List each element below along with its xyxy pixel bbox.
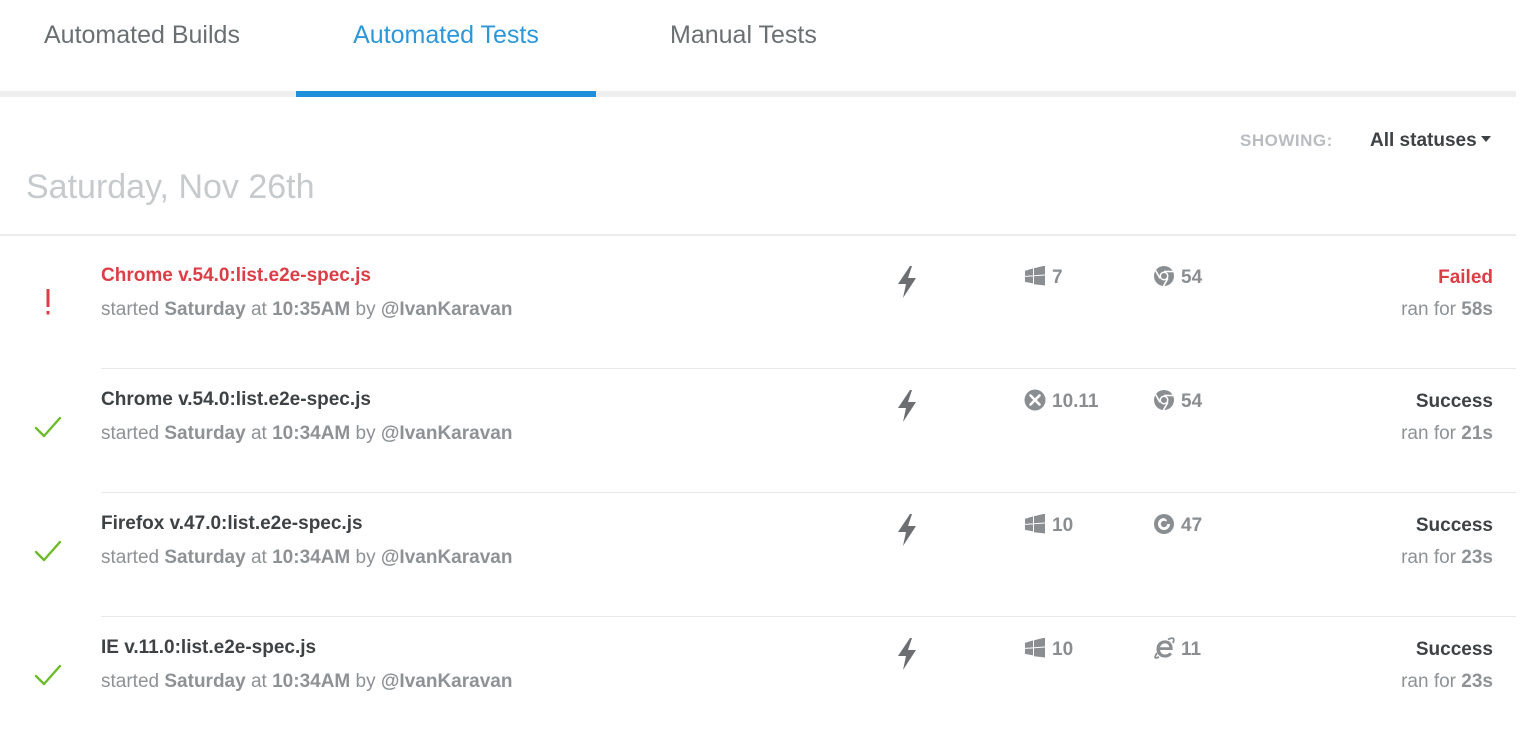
date-heading: Saturday, Nov 26th <box>26 168 315 206</box>
bolt-icon <box>898 638 916 670</box>
run-duration: ran for 23s <box>1401 671 1493 692</box>
run-duration: ran for 21s <box>1401 423 1493 444</box>
os-info: 7 <box>1024 265 1063 291</box>
browser-info: 54 <box>1153 390 1203 415</box>
test-run-title-link[interactable]: Firefox v.47.0:list.e2e-spec.js <box>101 513 363 535</box>
os-info: 10.11 <box>1024 389 1099 415</box>
test-run-title-link[interactable]: IE v.11.0:list.e2e-spec.js <box>101 637 316 659</box>
test-run-row[interactable]: Firefox v.47.0:list.e2e-spec.js started … <box>0 493 1516 617</box>
showing-label: SHOWING: <box>1240 131 1333 150</box>
user-link[interactable]: @IvanKaravan <box>381 671 513 692</box>
user-link[interactable]: @IvanKaravan <box>381 547 513 568</box>
browser-info: 11 <box>1153 637 1202 663</box>
bolt-icon <box>898 266 916 298</box>
firefox-icon <box>1154 514 1174 534</box>
browser-version: 11 <box>1181 639 1202 661</box>
status-label: Success <box>1415 515 1493 536</box>
section-divider <box>0 234 1516 236</box>
os-version: 10 <box>1052 515 1074 536</box>
status-label: Failed <box>1438 267 1493 288</box>
checkmark-icon <box>34 540 62 562</box>
os-version: 10 <box>1052 639 1074 660</box>
windows-icon <box>1025 265 1045 286</box>
tab-manual-tests[interactable]: Manual Tests <box>670 0 817 91</box>
windows-icon <box>1025 637 1045 658</box>
status-filter-dropdown[interactable]: All statuses <box>1370 130 1491 152</box>
test-run-meta: started Saturday at 10:34AM by @IvanKara… <box>101 671 513 692</box>
tab-automated-builds[interactable]: Automated Builds <box>44 0 240 91</box>
os-version: 7 <box>1052 267 1063 288</box>
test-run-meta: started Saturday at 10:35AM by @IvanKara… <box>101 299 513 320</box>
status-filter-value: All statuses <box>1370 130 1477 151</box>
checkmark-icon <box>34 664 62 686</box>
browser-info: 47 <box>1153 514 1203 539</box>
os-info: 10 <box>1024 513 1074 539</box>
status-label: Success <box>1415 391 1493 412</box>
test-run-meta: started Saturday at 10:34AM by @IvanKara… <box>101 423 513 444</box>
status-label: Success <box>1415 639 1493 660</box>
browser-version: 54 <box>1181 267 1203 289</box>
tab-bar: Automated Builds Automated Tests Manual … <box>0 0 1516 98</box>
exclamation-icon <box>46 289 50 315</box>
user-link[interactable]: @IvanKaravan <box>381 299 513 320</box>
os-info: 10 <box>1024 637 1074 663</box>
active-tab-indicator <box>296 91 596 97</box>
test-run-row[interactable]: Chrome v.54.0:list.e2e-spec.js started S… <box>0 369 1516 493</box>
test-run-row[interactable]: Chrome v.54.0:list.e2e-spec.js started S… <box>0 245 1516 369</box>
tab-automated-tests[interactable]: Automated Tests <box>296 0 596 91</box>
test-run-meta: started Saturday at 10:34AM by @IvanKara… <box>101 547 513 568</box>
user-link[interactable]: @IvanKaravan <box>381 423 513 444</box>
test-run-title-link[interactable]: Chrome v.54.0:list.e2e-spec.js <box>101 265 371 287</box>
windows-icon <box>1025 513 1045 534</box>
run-duration: ran for 58s <box>1401 299 1493 320</box>
chrome-icon <box>1154 266 1174 287</box>
run-duration: ran for 23s <box>1401 547 1493 568</box>
browser-info: 54 <box>1153 266 1203 291</box>
os-version: 10.11 <box>1052 391 1099 413</box>
chrome-icon <box>1154 390 1174 411</box>
caret-down-icon <box>1480 135 1491 142</box>
browser-version: 47 <box>1181 515 1203 537</box>
test-run-row[interactable]: IE v.11.0:list.e2e-spec.js started Satur… <box>0 617 1516 741</box>
test-run-title-link[interactable]: Chrome v.54.0:list.e2e-spec.js <box>101 389 371 411</box>
checkmark-icon <box>34 416 62 438</box>
bolt-icon <box>898 390 916 422</box>
macos-icon <box>1024 389 1046 411</box>
browser-version: 54 <box>1181 391 1203 413</box>
bolt-icon <box>898 514 916 546</box>
tab-bar-rule <box>0 91 1516 97</box>
ie-icon <box>1154 637 1175 659</box>
